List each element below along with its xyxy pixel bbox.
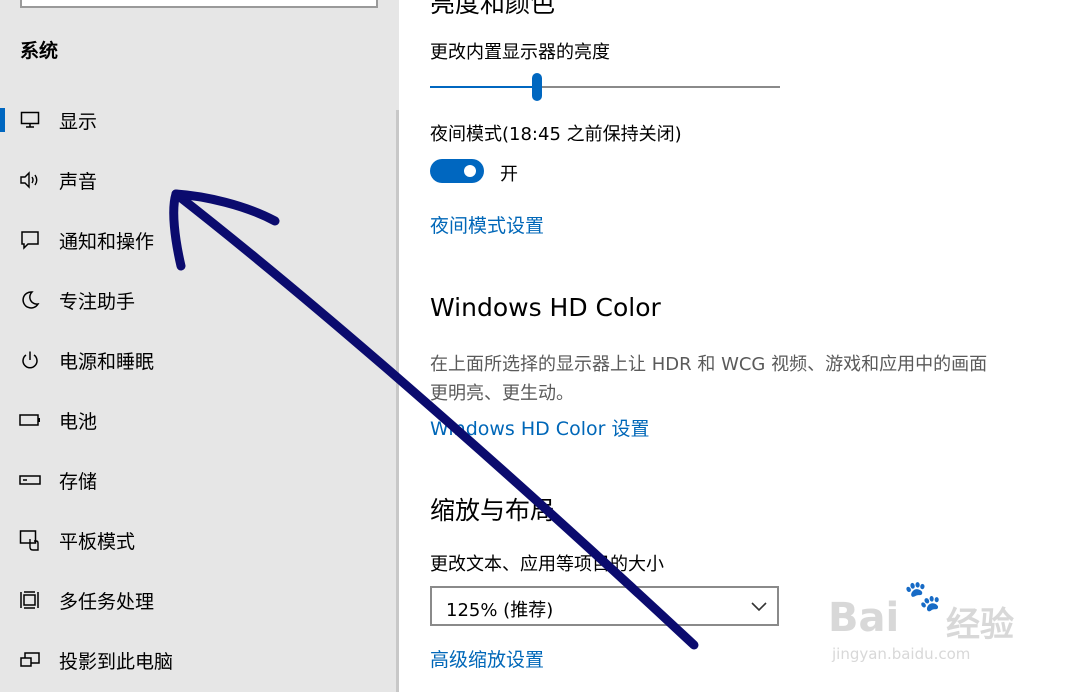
night-mode-toggle[interactable] (430, 159, 484, 183)
sidebar-item-notifications[interactable]: 通知和操作 (0, 210, 396, 270)
paw-icon: 🐾 (904, 579, 942, 614)
watermark-brand-cn: 经验 (946, 605, 1014, 645)
sidebar-item-label: 电池 (59, 410, 98, 433)
project-icon (18, 648, 42, 672)
tablet-icon (18, 528, 42, 552)
multitask-icon (18, 588, 42, 612)
sidebar-item-sound[interactable]: 声音 (0, 150, 396, 210)
selection-indicator (0, 108, 5, 132)
battery-icon (18, 408, 42, 432)
scale-section-title: 缩放与布局 (430, 496, 556, 525)
night-mode-settings-link[interactable]: 夜间模式设置 (430, 211, 544, 238)
power-icon (18, 348, 42, 372)
scale-dropdown[interactable]: 125% (推荐) (430, 586, 779, 626)
search-input[interactable] (20, 0, 378, 8)
sidebar-item-battery[interactable]: 电池 (0, 390, 396, 450)
selection-indicator (0, 468, 5, 492)
sidebar-item-project-to-pc[interactable]: 投影到此电脑 (0, 630, 396, 690)
selection-indicator (0, 588, 5, 612)
sidebar-item-label: 显示 (59, 110, 98, 133)
sidebar: 系统 显示 声音 通知和操作 专注助手 电源和睡眠 电池 存储 平板模式 多任务… (0, 0, 399, 692)
brightness-slider[interactable] (430, 73, 780, 101)
moon-icon (18, 288, 42, 312)
brightness-slider-thumb[interactable] (532, 73, 543, 101)
sidebar-item-label: 投影到此电脑 (59, 650, 174, 673)
hdr-settings-link[interactable]: Windows HD Color 设置 (430, 414, 649, 441)
sidebar-item-multitasking[interactable]: 多任务处理 (0, 570, 396, 630)
brightness-slider-fill (430, 86, 538, 88)
sidebar-item-label: 通知和操作 (59, 230, 155, 253)
advanced-scale-link[interactable]: 高级缩放设置 (430, 645, 544, 672)
selection-indicator (0, 348, 5, 372)
sidebar-item-label: 专注助手 (59, 290, 136, 313)
scale-label: 更改文本、应用等项目的大小 (430, 554, 664, 575)
baidu-watermark: Bai 🐾 经验 jingyan.baidu.com (828, 575, 1028, 675)
selection-indicator (0, 228, 5, 252)
sidebar-item-label: 平板模式 (59, 530, 136, 553)
speaker-icon (18, 168, 42, 192)
watermark-brand: Bai (828, 595, 900, 641)
sidebar-item-storage[interactable]: 存储 (0, 450, 396, 510)
night-mode-toggle-state: 开 (500, 164, 518, 185)
night-mode-label: 夜间模式(18:45 之前保持关闭) (430, 124, 682, 145)
selection-indicator (0, 408, 5, 432)
selection-indicator (0, 288, 5, 312)
selection-indicator (0, 168, 5, 192)
hdr-description: 在上面所选择的显示器上让 HDR 和 WCG 视频、游戏和应用中的画面更明亮、更… (430, 354, 988, 404)
sidebar-item-label: 存储 (59, 470, 98, 493)
hdr-section-title: Windows HD Color (430, 293, 661, 322)
brightness-label: 更改内置显示器的亮度 (430, 42, 610, 63)
sidebar-item-focus-assist[interactable]: 专注助手 (0, 270, 396, 330)
sidebar-item-label: 多任务处理 (59, 590, 155, 613)
sidebar-heading: 系统 (20, 40, 59, 62)
scale-dropdown-value: 125% (推荐) (446, 600, 554, 621)
storage-icon (18, 468, 42, 492)
sidebar-item-display[interactable]: 显示 (0, 90, 396, 150)
selection-indicator (0, 648, 5, 672)
sidebar-item-label: 声音 (59, 170, 98, 193)
sidebar-item-power-sleep[interactable]: 电源和睡眠 (0, 330, 396, 390)
brightness-section-title: 亮度和颜色 (430, 0, 556, 18)
toggle-knob (464, 165, 476, 177)
sidebar-item-tablet-mode[interactable]: 平板模式 (0, 510, 396, 570)
monitor-icon (18, 108, 42, 132)
sidebar-item-label: 电源和睡眠 (59, 350, 155, 373)
selection-indicator (0, 528, 5, 552)
chevron-down-icon (751, 598, 767, 617)
watermark-url: jingyan.baidu.com (832, 645, 971, 663)
notification-icon (18, 228, 42, 252)
